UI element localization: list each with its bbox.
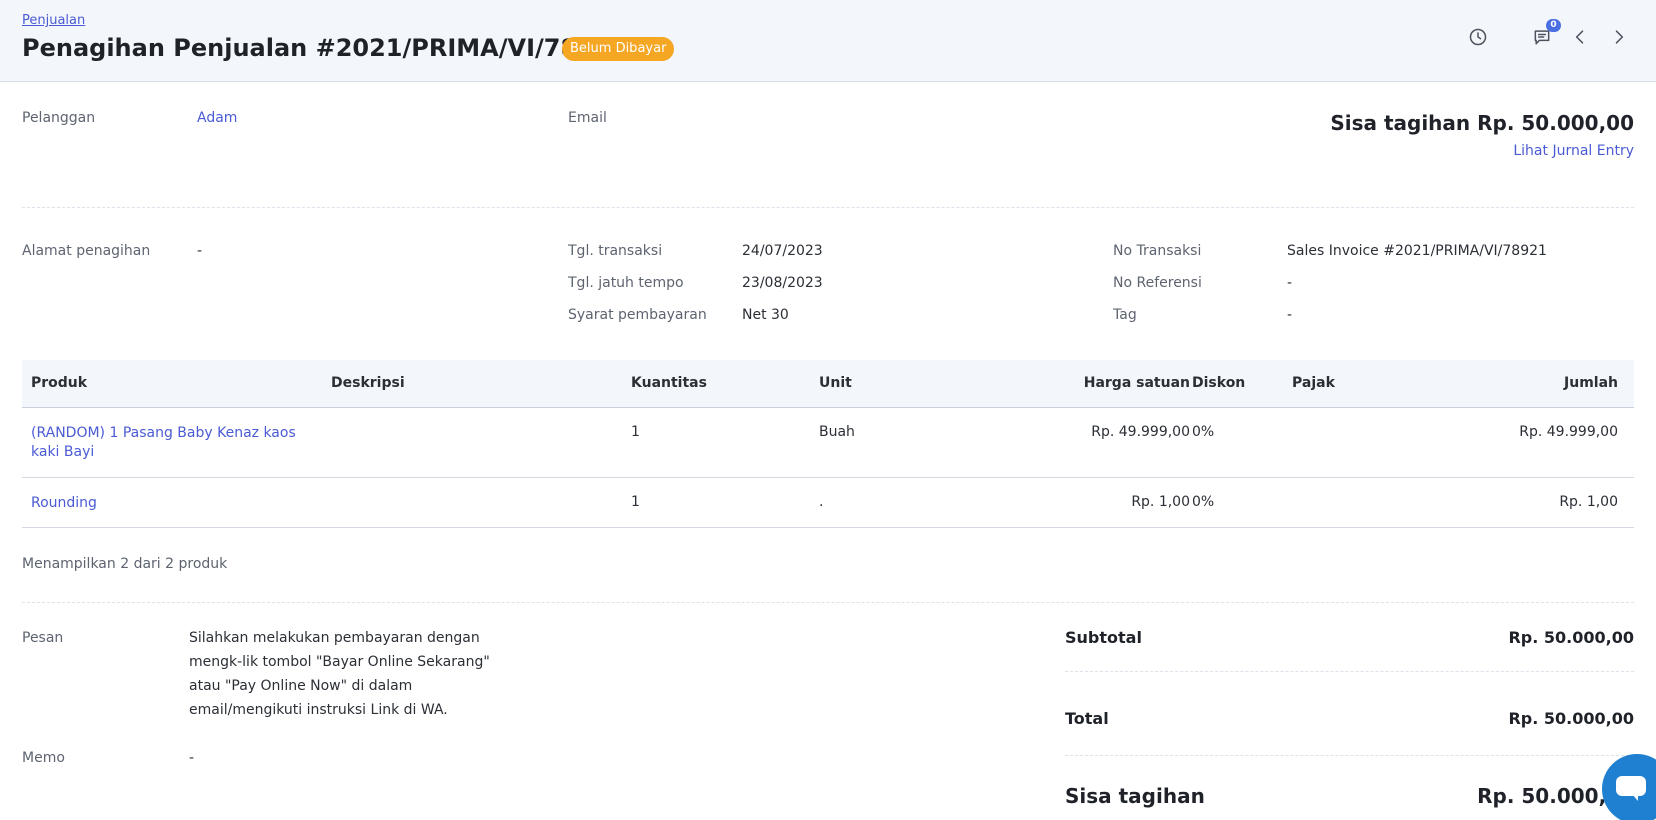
billing-address-label: Alamat penagihan bbox=[22, 243, 151, 259]
divider bbox=[22, 602, 1634, 603]
product-link[interactable]: Rounding bbox=[31, 494, 301, 513]
reference-no-value: - bbox=[1287, 275, 1293, 291]
memo-value: - bbox=[189, 750, 195, 766]
transaction-no-label: No Transaksi bbox=[1113, 243, 1202, 259]
remaining-balance-label: Sisa tagihan bbox=[1065, 784, 1205, 808]
product-link[interactable]: (RANDOM) 1 Pasang Baby Kenaz kaos kaki B… bbox=[31, 424, 301, 462]
tag-value: - bbox=[1287, 307, 1293, 323]
column-header-tax: Pajak bbox=[1292, 375, 1335, 391]
status-badge: Belum Dibayar bbox=[562, 37, 675, 61]
column-header-description: Deskripsi bbox=[331, 375, 405, 391]
row-quantity: 1 bbox=[631, 494, 640, 510]
billing-address-value: - bbox=[197, 243, 203, 259]
transaction-date-value: 24/07/2023 bbox=[742, 243, 823, 259]
subtotal-value: Rp. 50.000,00 bbox=[1508, 628, 1634, 647]
total-label: Total bbox=[1065, 709, 1109, 728]
divider bbox=[1065, 755, 1634, 756]
table-row: Rounding 1 . Rp. 1,00 0% Rp. 1,00 bbox=[22, 478, 1634, 528]
customer-label: Pelanggan bbox=[22, 110, 96, 126]
due-date-label: Tgl. jatuh tempo bbox=[568, 275, 684, 291]
divider bbox=[1065, 671, 1634, 672]
table-header: Produk Deskripsi Kuantitas Unit Harga sa… bbox=[22, 360, 1634, 408]
chat-button[interactable] bbox=[1602, 754, 1656, 820]
row-amount: Rp. 49.999,00 bbox=[1519, 424, 1618, 440]
table-row: (RANDOM) 1 Pasang Baby Kenaz kaos kaki B… bbox=[22, 408, 1634, 478]
row-amount: Rp. 1,00 bbox=[1559, 494, 1618, 510]
payment-terms-label: Syarat pembayaran bbox=[568, 307, 707, 323]
row-discount: 0% bbox=[1192, 424, 1215, 440]
page-header: Penjualan Penagihan Penjualan #2021/PRIM… bbox=[0, 0, 1656, 82]
message-label: Pesan bbox=[22, 630, 64, 646]
row-unit-price: Rp. 1,00 bbox=[1131, 494, 1190, 510]
notification-count-badge: 0 bbox=[1546, 19, 1561, 32]
memo-label: Memo bbox=[22, 750, 65, 766]
tag-label: Tag bbox=[1113, 307, 1137, 323]
email-label: Email bbox=[568, 110, 607, 126]
table-footer-count: Menampilkan 2 dari 2 produk bbox=[22, 556, 228, 572]
payment-terms-value: Net 30 bbox=[742, 307, 789, 323]
chevron-right-icon[interactable] bbox=[1607, 25, 1631, 49]
customer-link[interactable]: Adam bbox=[197, 110, 237, 126]
message-value: Silahkan melakukan pembayaran dengan men… bbox=[189, 630, 490, 718]
column-header-product: Produk bbox=[31, 375, 88, 391]
row-discount: 0% bbox=[1192, 494, 1215, 510]
row-unit: Buah bbox=[819, 424, 855, 440]
subtotal-label: Subtotal bbox=[1065, 628, 1142, 647]
row-unit-price: Rp. 49.999,00 bbox=[1091, 424, 1190, 440]
remaining-balance-heading: Sisa tagihan Rp. 50.000,00 bbox=[1330, 111, 1634, 135]
column-header-discount: Diskon bbox=[1192, 375, 1246, 391]
total-value: Rp. 50.000,00 bbox=[1508, 709, 1634, 728]
divider bbox=[22, 207, 1634, 208]
due-date-value: 23/08/2023 bbox=[742, 275, 823, 291]
page-title: Penagihan Penjualan #2021/PRIMA/VI/78921 bbox=[22, 34, 628, 62]
transaction-date-label: Tgl. transaksi bbox=[568, 243, 663, 259]
column-header-unit-price: Harga satuan bbox=[1083, 375, 1190, 391]
column-header-amount: Jumlah bbox=[1564, 375, 1618, 391]
row-quantity: 1 bbox=[631, 424, 640, 440]
chevron-left-icon[interactable] bbox=[1568, 25, 1592, 49]
row-unit: . bbox=[819, 494, 824, 510]
column-header-unit: Unit bbox=[819, 375, 852, 391]
column-header-quantity: Kuantitas bbox=[631, 375, 707, 391]
reference-no-label: No Referensi bbox=[1113, 275, 1202, 291]
chat-bubble-tail bbox=[1632, 794, 1638, 801]
view-journal-entry-link[interactable]: Lihat Jurnal Entry bbox=[1513, 143, 1634, 159]
clock-icon[interactable] bbox=[1466, 25, 1490, 49]
chat-bubble-icon bbox=[1616, 776, 1646, 796]
transaction-no-value: Sales Invoice #2021/PRIMA/VI/78921 bbox=[1287, 243, 1547, 259]
breadcrumb-sales[interactable]: Penjualan bbox=[22, 13, 85, 28]
